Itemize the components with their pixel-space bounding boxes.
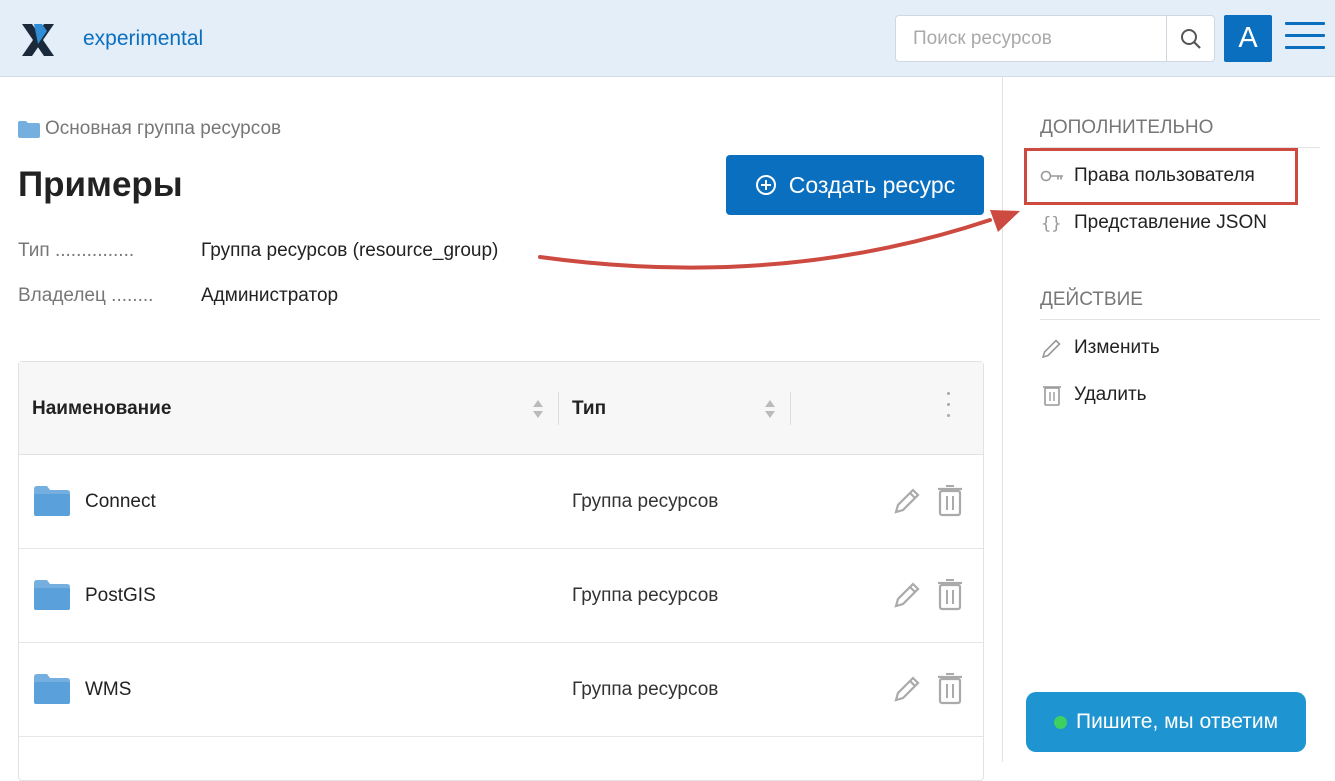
trash-icon[interactable]: [937, 673, 963, 705]
breadcrumb[interactable]: Основная группа ресурсов: [18, 118, 281, 140]
row-name[interactable]: WMS: [85, 643, 131, 736]
row-type: Группа ресурсов: [572, 490, 719, 512]
folder-icon: [34, 486, 70, 516]
pencil-icon: [1041, 339, 1061, 359]
column-divider: [790, 392, 791, 425]
folder-icon: [34, 580, 70, 610]
trash-icon: [1043, 386, 1061, 406]
sidebar-item-delete[interactable]: Удалить: [1040, 380, 1147, 410]
top-header: experimental A: [0, 0, 1335, 77]
row-type: Группа ресурсов: [572, 584, 719, 606]
column-divider: [558, 392, 559, 425]
online-status-icon: [1053, 715, 1067, 729]
property-value: Администратор: [201, 285, 339, 306]
property-row: Тип ............... Группа ресурсов (res…: [18, 240, 498, 285]
trash-icon[interactable]: [937, 579, 963, 611]
breadcrumb-label[interactable]: Основная группа ресурсов: [45, 118, 281, 140]
row-name[interactable]: PostGIS: [85, 549, 156, 642]
sidebar-item-label[interactable]: Удалить: [1074, 384, 1147, 406]
property-value: Группа ресурсов (resource_group): [201, 240, 499, 261]
chat-label: Пишите, мы ответим: [1075, 710, 1279, 733]
children-table: Наименование Тип Connect Группа ресурсов: [18, 361, 984, 781]
annotation-highlight-box: [1024, 148, 1298, 205]
pencil-icon[interactable]: [892, 674, 922, 704]
app-title[interactable]: experimental: [83, 27, 203, 51]
search-input[interactable]: [896, 16, 1168, 61]
folder-icon: [34, 674, 70, 704]
create-resource-label: Создать ресурс: [788, 171, 956, 198]
folder-icon: [18, 120, 40, 138]
pencil-icon[interactable]: [892, 580, 922, 610]
section-title-action: ДЕЙСТВИЕ: [1040, 289, 1320, 320]
chat-widget-button[interactable]: Пишите, мы ответим: [1026, 692, 1306, 752]
sidebar-item-edit[interactable]: Изменить: [1040, 333, 1160, 363]
property-row: Владелец ........ Администратор: [18, 285, 498, 330]
sort-icon[interactable]: [532, 398, 544, 420]
page-title: Примеры: [18, 165, 183, 204]
table-header: Наименование Тип: [19, 362, 983, 455]
pencil-icon[interactable]: [892, 486, 922, 516]
resource-properties: Тип ............... Группа ресурсов (res…: [18, 240, 498, 330]
hamburger-menu-icon[interactable]: [1285, 22, 1325, 54]
sort-icon[interactable]: [764, 398, 776, 420]
logo-icon[interactable]: [20, 22, 56, 58]
braces-icon: {}: [1041, 214, 1061, 234]
plus-circle-icon: [755, 175, 776, 195]
table-row[interactable]: WMS Группа ресурсов: [19, 643, 983, 737]
table-row[interactable]: PostGIS Группа ресурсов: [19, 549, 983, 643]
sidebar-item-label[interactable]: Представление JSON: [1074, 212, 1267, 234]
svg-text:{}: {}: [1041, 214, 1061, 234]
section-title-extra: ДОПОЛНИТЕЛЬНО: [1040, 117, 1320, 148]
avatar[interactable]: A: [1224, 15, 1272, 62]
search-button[interactable]: [1166, 16, 1214, 61]
trash-icon[interactable]: [937, 485, 963, 517]
property-key: Владелец ........: [18, 285, 154, 306]
property-key: Тип ...............: [18, 240, 135, 261]
search-icon: [1180, 28, 1201, 49]
column-header-type[interactable]: Тип: [572, 362, 790, 455]
row-name[interactable]: Connect: [85, 455, 156, 548]
row-type: Группа ресурсов: [572, 678, 719, 700]
create-resource-button[interactable]: Создать ресурс: [726, 155, 984, 215]
sidebar-item-json[interactable]: {} Представление JSON: [1040, 208, 1267, 238]
sidebar-item-label[interactable]: Изменить: [1074, 337, 1160, 359]
column-menu-icon[interactable]: [944, 392, 952, 422]
search-box: [895, 15, 1215, 62]
table-row[interactable]: Connect Группа ресурсов: [19, 455, 983, 549]
column-header-name[interactable]: Наименование: [32, 362, 572, 455]
